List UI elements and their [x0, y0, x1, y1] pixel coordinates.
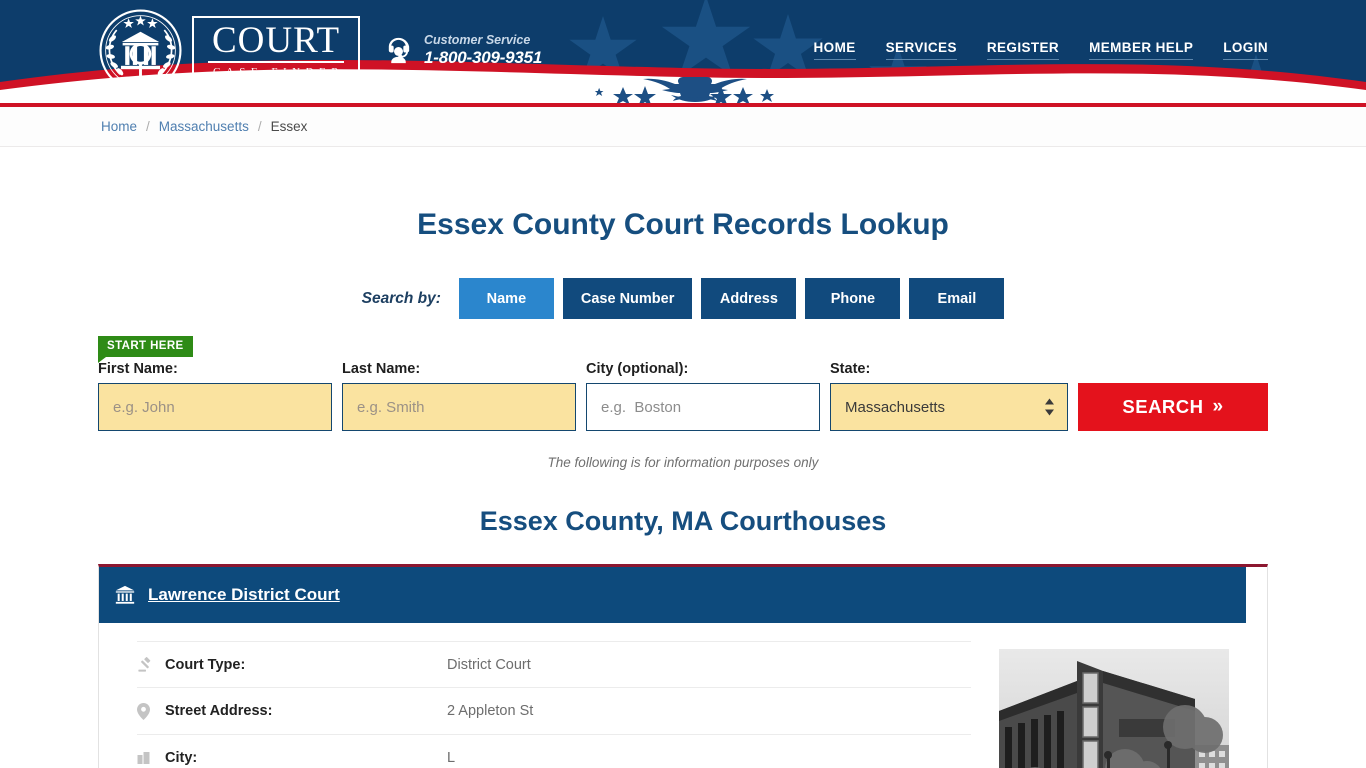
street-address-label: Street Address:	[165, 703, 273, 719]
tab-name[interactable]: Name	[458, 278, 554, 319]
court-type-value: District Court	[447, 656, 531, 673]
breadcrumb-item-massachusetts[interactable]: Massachusetts	[159, 119, 249, 134]
customer-service-label: Customer Service	[424, 33, 531, 47]
last-name-label: Last Name:	[342, 361, 421, 377]
nav-item-register[interactable]: REGISTER	[986, 40, 1060, 60]
first-name-input[interactable]	[98, 383, 332, 431]
court-detail-table: Court Type: District Court Street Addres…	[137, 641, 971, 768]
city-field-group: City (optional):	[586, 361, 820, 431]
lawrence-district-court-photo	[999, 649, 1229, 768]
search-button[interactable]: SEARCH »	[1078, 383, 1268, 431]
breadcrumb-separator: /	[257, 119, 262, 134]
search-button-label: SEARCH	[1122, 396, 1204, 417]
nav-item-home[interactable]: HOME	[813, 40, 856, 60]
first-name-field-group: First Name:	[98, 361, 332, 431]
table-row: Court Type: District Court	[137, 641, 971, 688]
breadcrumb-separator: /	[146, 119, 150, 134]
table-row: Street Address: 2 Appleton St	[137, 688, 971, 735]
table-row: City: L	[137, 735, 971, 768]
nav-item-login[interactable]: LOGIN	[1223, 40, 1268, 60]
double-chevron-right-icon: »	[1212, 396, 1224, 417]
city-detail-label: City:	[165, 750, 198, 766]
customer-service-phone[interactable]: 1-800-309-9351	[424, 48, 542, 68]
state-field-group: State: Massachusetts	[830, 361, 1068, 431]
last-name-field-group: Last Name:	[342, 361, 576, 431]
court-card-body: Court Type: District Court Street Addres…	[99, 623, 1267, 768]
tab-address[interactable]: Address	[701, 278, 797, 319]
breadcrumb-item-essex: Essex	[270, 119, 308, 134]
city-label: City (optional):	[586, 361, 689, 377]
tab-case-number[interactable]: Case Number	[562, 278, 693, 319]
section-title: Essex County, MA Courthouses	[479, 506, 887, 536]
breadcrumb-item-home[interactable]: Home	[101, 119, 137, 134]
disclaimer-text: The following is for information purpose…	[547, 455, 819, 470]
last-name-input[interactable]	[342, 383, 576, 431]
search-by-label: Search by:	[361, 289, 441, 307]
courthouse-bank-icon	[115, 585, 135, 604]
court-type-label: Court Type:	[165, 656, 246, 673]
nav-item-services[interactable]: SERVICES	[885, 40, 957, 60]
headset-support-icon	[388, 38, 410, 64]
map-pin-icon	[137, 702, 165, 720]
court-card-header[interactable]: Lawrence District Court	[99, 567, 1246, 623]
tab-phone[interactable]: Phone	[805, 278, 901, 319]
tab-email[interactable]: Email	[909, 278, 1005, 319]
start-here-badge: START HERE	[98, 336, 193, 363]
main-navigation: HOME SERVICES REGISTER MEMBER HELP LOGIN	[813, 40, 1268, 60]
breadcrumb: Home / Massachusetts / Essex	[0, 107, 1366, 147]
city-detail-value: L	[447, 750, 456, 766]
search-form: START HERE First Name: Last Name: City (…	[0, 336, 1366, 431]
eagle-stars-emblem	[0, 69, 1366, 103]
city-icon	[137, 751, 165, 765]
state-label: State:	[830, 361, 871, 377]
page-title: Essex County Court Records Lookup	[417, 208, 949, 241]
state-select[interactable]: Massachusetts	[830, 383, 1068, 431]
nav-item-member-help[interactable]: MEMBER HELP	[1089, 40, 1194, 60]
first-name-label: First Name:	[98, 361, 178, 377]
gavel-icon	[137, 656, 165, 673]
court-name-link[interactable]: Lawrence District Court	[148, 585, 340, 605]
court-card: Lawrence District Court Court Type: Dist…	[98, 564, 1268, 768]
main-content: Essex County Court Records Lookup Search…	[0, 208, 1366, 768]
search-by-tabs: Search by: Name Case Number Address Phon…	[0, 278, 1366, 319]
court-photo-column	[999, 641, 1229, 768]
city-input[interactable]	[586, 383, 820, 431]
street-address-value: 2 Appleton St	[447, 703, 534, 719]
logo-primary-text: COURT	[208, 22, 345, 63]
customer-service-block[interactable]: Customer Service 1-800-309-9351	[383, 33, 542, 68]
site-header: COURT CASE FINDER Customer Service 1-800…	[0, 0, 1366, 103]
